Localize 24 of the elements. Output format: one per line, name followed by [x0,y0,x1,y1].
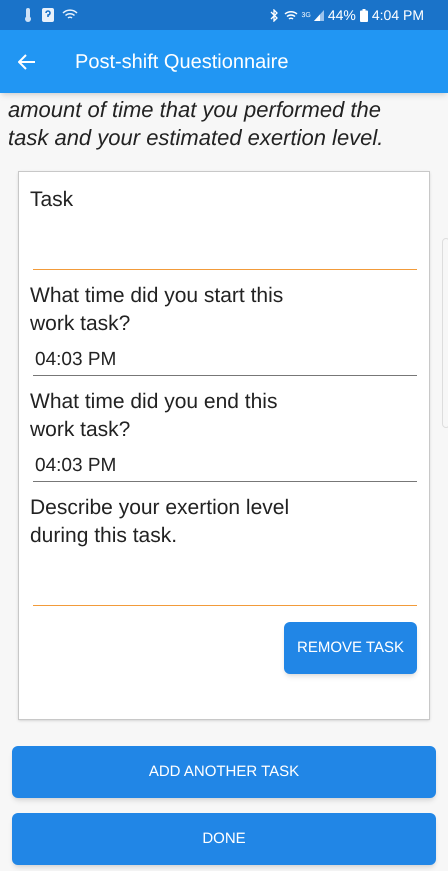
field-label: What time did you end this work task? [30,389,278,443]
instruction-text: task and your estimated exertion level. [8,124,384,152]
input-field[interactable]: 04:03 PM [33,346,417,376]
bluetooth-icon [270,8,278,22]
field-label: Task [30,187,74,213]
field-value: 04:03 PM [35,348,116,372]
remove-task-button[interactable]: REMOVE TASK [284,622,417,674]
action-button[interactable]: ADD ANOTHER TASK [12,746,436,798]
field-label: What time did you start this work task? [30,283,284,337]
field-value: 04:03 PM [35,454,116,478]
screen-title: Post-shift Questionnaire [75,50,288,74]
battery-icon [360,8,368,22]
battery-percent: 44% [328,6,356,24]
clock: 4:04 PM [372,6,424,24]
wifi-icon [62,9,78,21]
instruction-text: amount of time that you performed the [8,96,382,124]
back-icon [18,54,36,70]
action-button[interactable]: DONE [12,813,436,865]
signal-icon [314,10,324,20]
wifi-icon [284,10,298,20]
input-field[interactable]: 04:03 PM [33,452,417,482]
help-icon [42,8,54,22]
thermometer-icon [24,8,32,22]
field-label: Describe your exertion level during this task. [30,495,290,549]
